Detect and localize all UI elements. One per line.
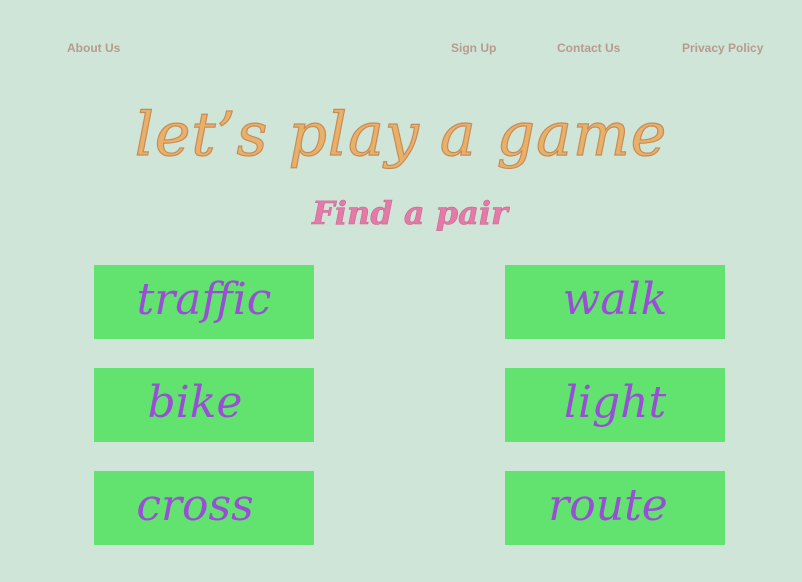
nav-link-sign-up[interactable]: Sign Up: [451, 41, 496, 55]
word-card-label: route: [548, 480, 668, 531]
word-card-walk[interactable]: walk: [505, 265, 725, 339]
word-card-light[interactable]: light: [505, 368, 725, 442]
word-card-traffic[interactable]: traffic: [94, 265, 314, 339]
word-card-label: walk: [562, 274, 668, 325]
game-subtitle: Find a pair: [312, 194, 508, 233]
word-card-route[interactable]: route: [505, 471, 725, 545]
game-title: let’s play a game: [134, 99, 668, 170]
word-card-label: cross: [136, 480, 254, 531]
word-card-cross[interactable]: cross: [94, 471, 314, 545]
word-card-label: traffic: [136, 274, 272, 325]
nav-link-contact-us[interactable]: Contact Us: [557, 41, 620, 55]
word-card-label: light: [563, 377, 667, 428]
word-card-bike[interactable]: bike: [94, 368, 314, 442]
word-card-label: bike: [147, 377, 243, 428]
nav-link-privacy-policy[interactable]: Privacy Policy: [682, 41, 763, 55]
nav-link-about-us[interactable]: About Us: [67, 41, 120, 55]
